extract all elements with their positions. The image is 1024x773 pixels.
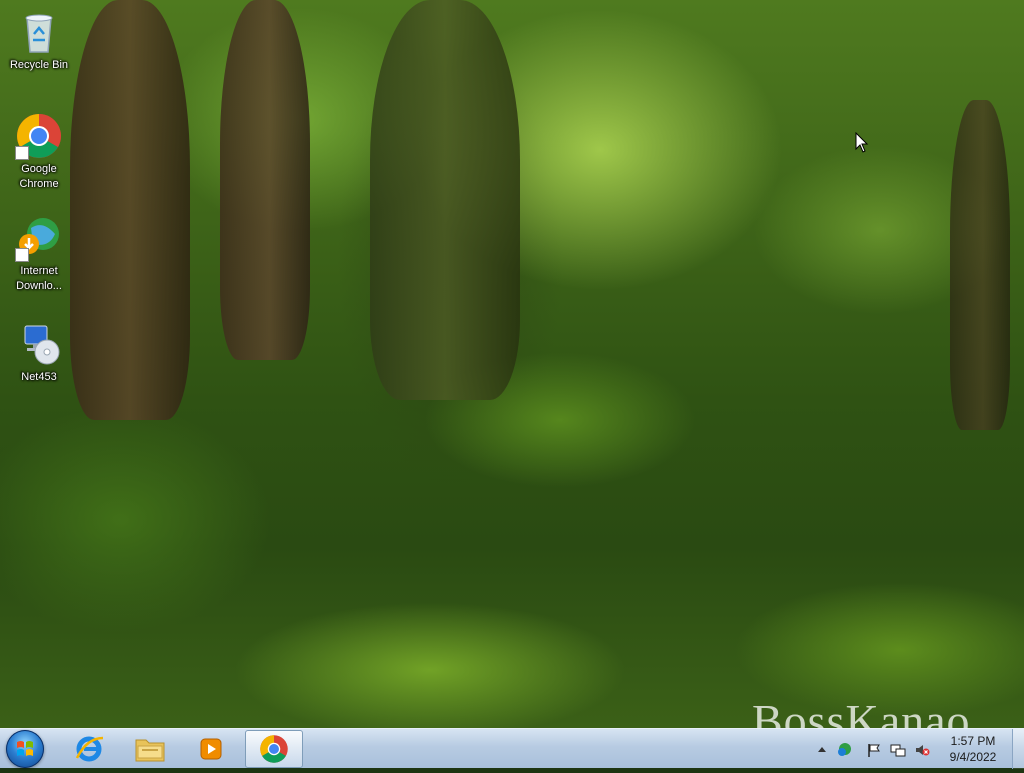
desktop-icon-internet-download-manager[interactable]: Internet Downlo... [2,214,76,294]
folder-icon [135,739,165,762]
wallpaper-tree-trunk [370,0,520,400]
desktop-icon-label: Internet Downlo... [16,265,62,292]
desktop-icon-label: Recycle Bin [9,59,69,71]
wallpaper-tree-trunk [70,0,190,420]
taskbar-button-windows-explorer[interactable] [121,730,179,768]
action-center-flag-icon[interactable] [866,742,882,758]
desktop-icon-recycle-bin[interactable]: Recycle Bin [2,8,76,73]
network-icon[interactable] [890,742,906,758]
taskbar-clock[interactable]: 1:57 PM 9/4/2022 [942,733,1004,765]
clock-date: 9/4/2022 [949,750,997,764]
internet-explorer-icon [75,736,104,762]
desktop-icon-google-chrome[interactable]: Google Chrome [2,112,76,192]
desktop-icon-label: Net453 [21,371,57,383]
media-player-icon [200,738,222,760]
taskbar: 1:57 PM 9/4/2022 [0,728,1024,769]
taskbar-button-google-chrome[interactable] [245,730,303,768]
chrome-icon [260,735,288,763]
shortcut-arrow-icon [15,248,29,262]
show-desktop-button[interactable] [1012,729,1024,769]
chrome-icon [15,112,63,160]
taskbar-button-internet-explorer[interactable] [60,730,118,768]
idm-tray-icon[interactable] [836,742,852,758]
wallpaper-tree-trunk [220,0,310,360]
desktop-icon-net453[interactable]: Net453 [2,320,76,385]
recycle-bin-icon [15,8,63,56]
desktop-wallpaper[interactable]: BossKanao [0,0,1024,728]
show-hidden-icons-arrow[interactable] [814,742,830,758]
shortcut-arrow-icon [15,146,29,160]
wallpaper-tree-trunk [950,100,1010,430]
net453-installer-icon [15,320,63,368]
clock-time: 1:57 PM [950,734,996,748]
windows-start-orb-icon[interactable] [6,730,44,768]
desktop-icon-label: Google Chrome [19,163,59,190]
wallpaper-watermark: BossKanao [752,695,971,728]
taskbar-button-windows-media-player[interactable] [182,730,240,768]
internet-download-manager-icon [15,214,63,262]
volume-muted-icon[interactable] [914,742,930,758]
mouse-cursor-icon [855,132,869,153]
